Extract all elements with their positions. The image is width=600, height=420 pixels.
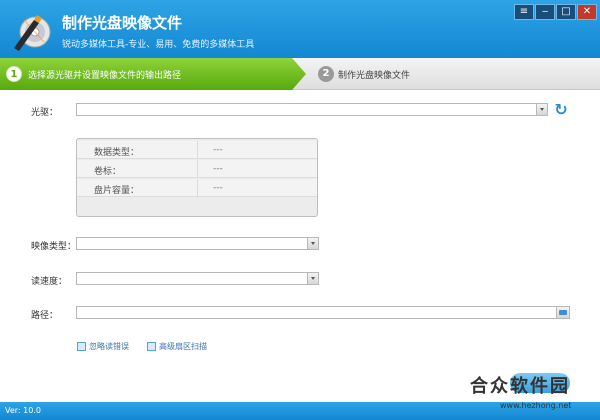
step-2-number: 2 — [318, 66, 334, 82]
disc-pen-icon — [14, 15, 51, 51]
step-1-number: 1 — [6, 66, 22, 82]
path-label: 路径： — [31, 311, 59, 321]
ignore-errors-label: 忽略读错误 — [89, 342, 129, 351]
minimize-icon[interactable]: ‒ — [535, 4, 555, 20]
info-row-data-type: 数据类型： --- — [77, 141, 317, 159]
step-1-label: 选择源光驱并设置映像文件的输出路径 — [28, 71, 182, 81]
info-value: --- — [213, 183, 223, 193]
drive-select[interactable] — [76, 103, 548, 116]
drive-label: 光驱： — [31, 108, 59, 118]
step-bar: 1 选择源光驱并设置映像文件的输出路径 2 制作光盘映像文件 — [0, 58, 600, 90]
app-title: 制作光盘映像文件 — [62, 14, 183, 32]
info-key: 盘片容量： — [94, 186, 140, 196]
path-input[interactable] — [76, 306, 570, 319]
step-2-label: 制作光盘映像文件 — [338, 71, 411, 81]
read-speed-select[interactable] — [76, 272, 319, 285]
title-bar: 制作光盘映像文件 锐动多媒体工具-专业、易用、免费的多媒体工具 ≡ ‒ □ ✕ — [0, 0, 600, 58]
read-speed-label: 读速度： — [31, 277, 68, 287]
chevron-down-icon[interactable] — [307, 238, 318, 249]
step-1-active: 1 选择源光驱并设置映像文件的输出路径 — [0, 58, 310, 90]
info-row-volume-label: 卷标： --- — [77, 160, 317, 178]
chevron-down-icon[interactable] — [536, 104, 547, 115]
info-value: --- — [213, 145, 223, 155]
maximize-icon[interactable]: □ — [556, 4, 576, 20]
chevron-down-icon[interactable] — [307, 273, 318, 284]
advanced-scan-label: 高级扇区扫描 — [159, 342, 207, 351]
info-key: 卷标： — [94, 167, 122, 177]
checkbox-box[interactable] — [77, 342, 86, 351]
close-icon[interactable]: ✕ — [577, 4, 597, 20]
info-value: --- — [213, 164, 223, 174]
app-subtitle: 锐动多媒体工具-专业、易用、免费的多媒体工具 — [62, 40, 255, 50]
watermark-text: 合众软件园 — [470, 376, 570, 397]
folder-icon — [559, 310, 567, 315]
browse-folder-button[interactable] — [556, 307, 569, 318]
checkbox-box[interactable] — [147, 342, 156, 351]
info-row-capacity: 盘片容量： --- — [77, 179, 317, 197]
image-type-label: 映像类型： — [31, 242, 77, 252]
version-label: Ver: 10.0 — [5, 406, 41, 415]
info-key: 数据类型： — [94, 148, 140, 158]
refresh-icon[interactable]: ↻ — [552, 101, 570, 119]
menu-icon[interactable]: ≡ — [514, 4, 534, 20]
image-type-select[interactable] — [76, 237, 319, 250]
watermark-url: www.hezhong.net — [500, 401, 572, 410]
disc-info-panel: 数据类型： --- 卷标： --- 盘片容量： --- — [76, 138, 318, 217]
